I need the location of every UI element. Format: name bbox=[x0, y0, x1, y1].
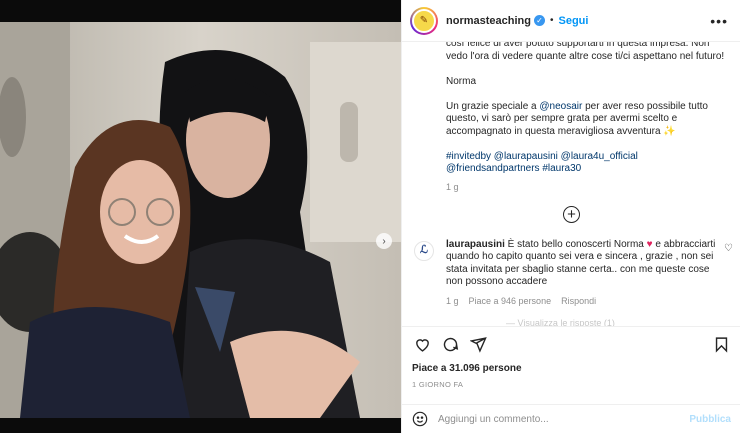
post-header: ✎ normasteaching ✓ • Segui ••• bbox=[402, 0, 740, 42]
caption-paragraph: così felice di aver potuto supportarti i… bbox=[446, 42, 725, 62]
chevron-right-icon: › bbox=[382, 235, 386, 247]
sparkle-emoji: ✨ bbox=[663, 125, 676, 137]
photo-illustration bbox=[0, 22, 401, 418]
caption-thanks-text: Un grazie speciale a bbox=[446, 100, 540, 112]
save-icon[interactable] bbox=[711, 335, 731, 355]
comment-text: È stato bello conoscerti Norma bbox=[504, 238, 647, 250]
separator-dot: • bbox=[549, 15, 554, 26]
caption-thanks: Un grazie speciale a @neosair per aver r… bbox=[446, 101, 727, 139]
author-avatar[interactable]: ✎ bbox=[410, 6, 438, 35]
comment-meta: 1 g Piace a 946 persone Rispondi bbox=[446, 295, 717, 308]
post-side-panel: ✎ normasteaching ✓ • Segui ••• così feli… bbox=[401, 0, 740, 433]
bottom-strip bbox=[0, 418, 401, 433]
comment-likes[interactable]: Piace a 946 persone bbox=[469, 296, 552, 306]
caption-signoff: Norma bbox=[446, 75, 477, 87]
view-replies[interactable]: — Visualizza le risposte (1) bbox=[446, 317, 717, 326]
comment-like-heart-icon[interactable]: ♡ bbox=[724, 243, 733, 256]
commenter-avatar[interactable]: ℒ bbox=[414, 240, 434, 261]
emoji-icon[interactable] bbox=[412, 411, 428, 427]
publish-button[interactable]: Pubblica bbox=[689, 414, 731, 425]
caption-timestamp: 1 g bbox=[446, 181, 459, 192]
verified-icon: ✓ bbox=[533, 15, 545, 26]
add-comment-bar: Aggiungi un commento... Pubblica bbox=[402, 404, 740, 433]
comment-item: ℒ laurapausini È stato bello conoscerti … bbox=[402, 239, 740, 326]
post-date: 1 GIORNO FA bbox=[412, 380, 464, 389]
caption-hashtags[interactable]: #invitedby @laurapausini @laura4u_offici… bbox=[446, 151, 727, 176]
comment-input[interactable]: Aggiungi un commento... bbox=[438, 414, 689, 425]
post-window: › ✎ normasteaching ✓ • Segui ••• così fe… bbox=[0, 0, 740, 433]
post-caption: così felice di aver potuto supportarti i… bbox=[402, 42, 740, 176]
comment-body: laurapausini È stato bello conoscerti No… bbox=[446, 239, 717, 289]
share-icon[interactable] bbox=[468, 335, 488, 355]
like-heart-icon[interactable] bbox=[412, 335, 432, 355]
follow-button[interactable]: Segui bbox=[558, 15, 588, 27]
top-strip bbox=[0, 0, 401, 22]
author-username[interactable]: normasteaching bbox=[446, 15, 531, 27]
add-icon[interactable]: + bbox=[563, 205, 580, 223]
comments-scroll-area[interactable]: così felice di aver potuto supportarti i… bbox=[402, 42, 740, 326]
post-photo[interactable]: › bbox=[0, 22, 401, 418]
likes-count[interactable]: Piace a 31.096 persone bbox=[412, 363, 522, 374]
load-more-comments[interactable]: + bbox=[402, 205, 740, 223]
commenter-username[interactable]: laurapausini bbox=[446, 239, 505, 250]
more-options-icon[interactable]: ••• bbox=[710, 13, 728, 29]
comment-time: 1 g bbox=[446, 295, 459, 306]
comment-icon[interactable] bbox=[440, 335, 460, 355]
comment-reply-button[interactable]: Rispondi bbox=[561, 296, 596, 306]
avatar-image: ✎ bbox=[412, 8, 436, 33]
carousel-next-button[interactable]: › bbox=[376, 233, 392, 249]
action-bar bbox=[402, 326, 740, 362]
mention-link[interactable]: @neosair bbox=[539, 101, 582, 112]
